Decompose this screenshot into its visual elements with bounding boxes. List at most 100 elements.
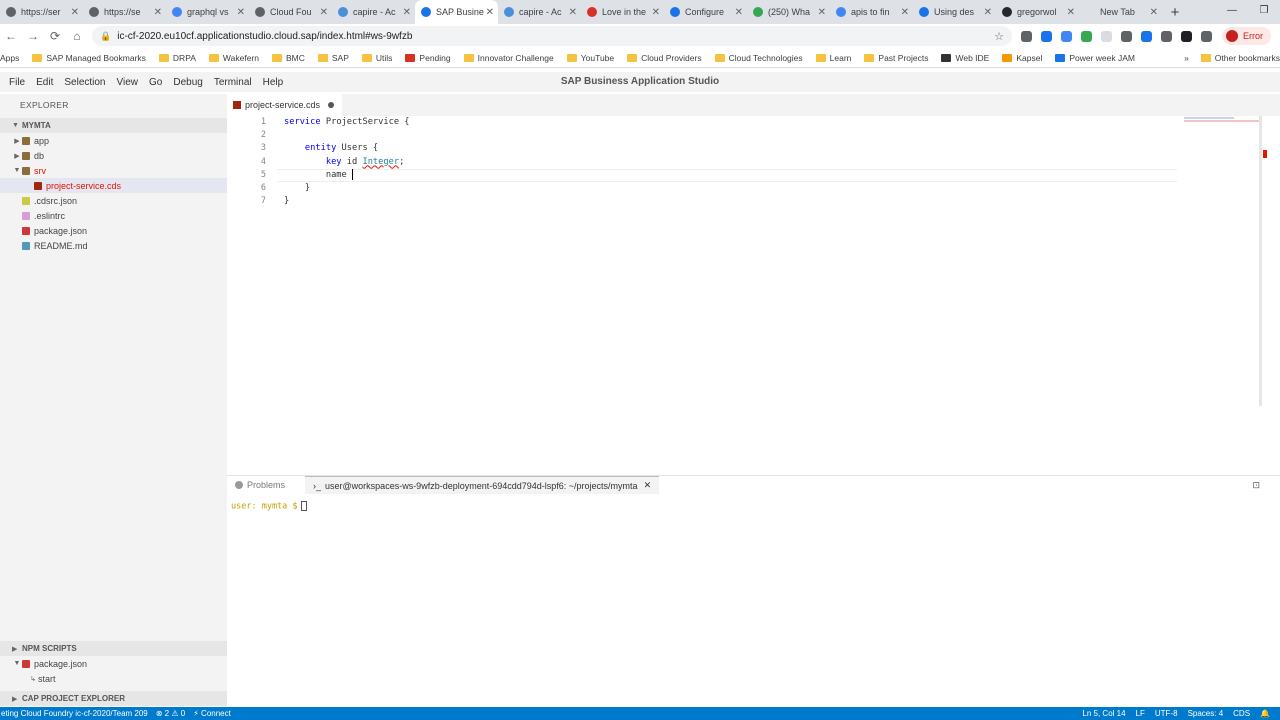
bell-icon[interactable]: 🔔 bbox=[1260, 709, 1270, 718]
home-icon[interactable]: ⌂ bbox=[66, 29, 88, 43]
code-line-4[interactable]: key id Integer; bbox=[284, 156, 410, 169]
npm-script-item[interactable]: ↳ start bbox=[0, 671, 227, 686]
close-tab-icon[interactable]: ✕ bbox=[1150, 7, 1158, 18]
unsaved-dot-icon[interactable] bbox=[328, 102, 335, 108]
close-tab-icon[interactable]: ✕ bbox=[71, 7, 79, 18]
tab-problems[interactable]: Problems bbox=[235, 480, 285, 490]
cap-explorer-header[interactable]: ▶ CAP PROJECT EXPLORER bbox=[0, 691, 227, 706]
menu-item[interactable]: Go bbox=[149, 77, 162, 88]
browser-tab[interactable]: https://se ✕ bbox=[83, 0, 166, 24]
code-line-1[interactable]: service ProjectService { bbox=[284, 116, 410, 129]
menu-item[interactable]: Debug bbox=[173, 77, 202, 88]
browser-tab[interactable]: Love in the ✕ bbox=[581, 0, 664, 24]
extension-icon[interactable] bbox=[1201, 30, 1212, 42]
bookmark-item[interactable]: SAP bbox=[317, 53, 349, 63]
bookmark-item[interactable]: BMC bbox=[271, 53, 305, 63]
project-section-header[interactable]: ▼ MYMTA bbox=[0, 118, 227, 133]
address-bar[interactable]: 🔒 ic-cf-2020.eu10cf.applicationstudio.cl… bbox=[92, 26, 1012, 46]
menu-item[interactable]: Selection bbox=[64, 77, 105, 88]
close-tab-icon[interactable]: ✕ bbox=[569, 7, 577, 18]
code-area[interactable]: service ProjectService { entity Users { … bbox=[284, 116, 410, 208]
reload-icon[interactable]: ⟳ bbox=[44, 29, 66, 43]
tree-folder-item[interactable]: ▼ srv bbox=[0, 163, 227, 178]
back-arrow-icon[interactable]: ← bbox=[0, 29, 22, 43]
extension-icon[interactable] bbox=[1121, 30, 1132, 42]
star-icon[interactable]: ☆ bbox=[994, 30, 1004, 43]
extension-icon[interactable] bbox=[1181, 30, 1192, 42]
bookmark-item[interactable]: Cloud Providers bbox=[627, 53, 702, 63]
tree-file-item[interactable]: README.md bbox=[0, 238, 227, 253]
tree-folder-item[interactable]: ▶ app bbox=[0, 133, 227, 148]
extension-icon[interactable] bbox=[1061, 30, 1072, 42]
browser-tab[interactable]: (250) Wha ✕ bbox=[747, 0, 830, 24]
browser-tab[interactable]: gregorwol ✕ bbox=[996, 0, 1079, 24]
editor-scrollbar[interactable] bbox=[1259, 116, 1262, 406]
bookmark-item[interactable]: SAP Managed Bookmarks bbox=[32, 53, 146, 63]
other-bookmarks[interactable]: » Other bookmarks bbox=[1178, 48, 1280, 67]
bookmark-item[interactable]: Apps bbox=[0, 53, 19, 63]
maximize-panel-icon[interactable]: ⊡ bbox=[1252, 480, 1260, 491]
extension-icon[interactable] bbox=[1041, 30, 1052, 42]
bookmark-item[interactable]: Innovator Challenge bbox=[463, 53, 554, 63]
close-tab-icon[interactable]: ✕ bbox=[237, 7, 245, 18]
extension-icon[interactable] bbox=[1101, 30, 1112, 42]
browser-tab[interactable]: New Tab ✕ bbox=[1079, 0, 1162, 24]
code-line-3[interactable]: entity Users { bbox=[284, 142, 410, 155]
close-tab-icon[interactable]: ✕ bbox=[1067, 7, 1075, 18]
bookmarks-overflow-icon[interactable]: » bbox=[1184, 53, 1189, 63]
close-icon[interactable]: ✕ bbox=[644, 480, 652, 491]
bookmark-item[interactable]: Wakefern bbox=[208, 53, 259, 63]
browser-tab[interactable]: https://ser ✕ bbox=[0, 0, 83, 24]
bookmark-item[interactable]: Cloud Technologies bbox=[714, 53, 803, 63]
menu-item[interactable]: File bbox=[9, 77, 25, 88]
status-connect[interactable]: ⚡ Connect bbox=[193, 709, 231, 718]
bookmark-item[interactable]: Web IDE bbox=[941, 53, 989, 63]
tree-file-item[interactable]: project-service.cds bbox=[0, 178, 227, 193]
bookmark-item[interactable]: Pending bbox=[405, 53, 451, 63]
menu-item[interactable]: Terminal bbox=[214, 77, 252, 88]
browser-tab[interactable]: SAP Busine ✕ bbox=[415, 0, 498, 24]
bookmark-item[interactable]: YouTube bbox=[566, 53, 614, 63]
browser-tab[interactable]: Cloud Fou ✕ bbox=[249, 0, 332, 24]
terminal-output[interactable]: user: mymta $ bbox=[231, 501, 307, 512]
minimize-button[interactable]: — bbox=[1216, 0, 1248, 24]
browser-tab[interactable]: Configure ✕ bbox=[664, 0, 747, 24]
bookmark-item[interactable]: Learn bbox=[815, 53, 851, 63]
close-tab-icon[interactable]: ✕ bbox=[403, 7, 411, 18]
close-tab-icon[interactable]: ✕ bbox=[320, 7, 328, 18]
status-language[interactable]: CDS bbox=[1233, 709, 1250, 718]
editor-tab-project-service[interactable]: project-service.cds bbox=[227, 94, 343, 116]
menu-item[interactable]: Help bbox=[263, 77, 284, 88]
status-encoding[interactable]: UTF-8 bbox=[1155, 709, 1178, 718]
forward-arrow-icon[interactable]: → bbox=[22, 29, 44, 43]
browser-tab[interactable]: graphql vs ✕ bbox=[166, 0, 249, 24]
tree-file-item[interactable]: .eslintrc bbox=[0, 208, 227, 223]
extension-icon[interactable] bbox=[1081, 30, 1092, 42]
minimap[interactable] bbox=[1184, 116, 1260, 128]
status-position[interactable]: Ln 5, Col 14 bbox=[1082, 709, 1125, 718]
status-eol[interactable]: LF bbox=[1136, 709, 1145, 718]
profile-error-button[interactable]: Error bbox=[1222, 27, 1271, 45]
tree-file-item[interactable]: package.json bbox=[0, 223, 227, 238]
bookmark-item[interactable]: DRPA bbox=[158, 53, 196, 63]
browser-tab[interactable]: capire - Ac ✕ bbox=[498, 0, 581, 24]
menu-item[interactable]: Edit bbox=[36, 77, 53, 88]
npm-package-item[interactable]: ▼ package.json bbox=[0, 656, 227, 671]
npm-scripts-header[interactable]: ▶ NPM SCRIPTS bbox=[0, 641, 227, 656]
code-line-7[interactable]: } bbox=[284, 195, 410, 208]
tree-folder-item[interactable]: ▶ db bbox=[0, 148, 227, 163]
status-problems[interactable]: ⊗ 2 ⚠ 0 bbox=[156, 709, 185, 718]
status-spaces[interactable]: Spaces: 4 bbox=[1188, 709, 1224, 718]
menu-item[interactable]: View bbox=[117, 77, 139, 88]
close-tab-icon[interactable]: ✕ bbox=[818, 7, 826, 18]
close-tab-icon[interactable]: ✕ bbox=[486, 7, 494, 18]
extension-icon[interactable] bbox=[1021, 30, 1032, 42]
bookmark-item[interactable]: Kapsel bbox=[1002, 53, 1042, 63]
close-tab-icon[interactable]: ✕ bbox=[154, 7, 162, 18]
extension-icon[interactable] bbox=[1161, 30, 1172, 42]
bookmark-item[interactable]: Power week JAM bbox=[1055, 53, 1135, 63]
bookmark-item[interactable]: Utils bbox=[361, 53, 392, 63]
code-line-2[interactable] bbox=[284, 129, 410, 142]
restore-button[interactable]: ❐ bbox=[1248, 0, 1280, 24]
new-tab-button[interactable]: + bbox=[1162, 0, 1188, 24]
